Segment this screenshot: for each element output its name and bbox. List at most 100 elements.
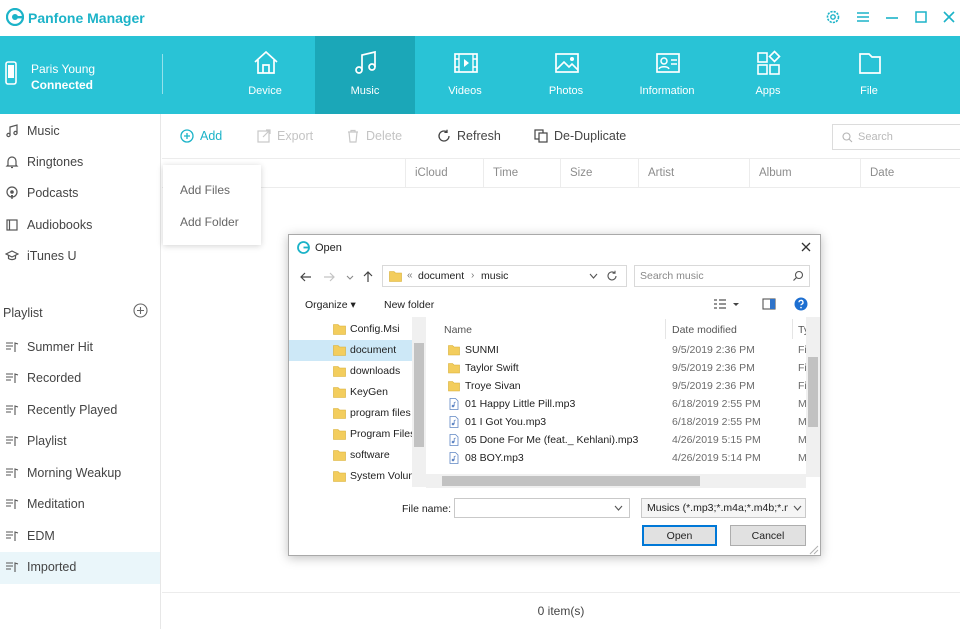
folder-tree-item[interactable]: software (289, 445, 412, 466)
playlist-item-edm[interactable]: EDM (0, 521, 160, 551)
cancel-button[interactable]: Cancel (730, 525, 806, 546)
file-row[interactable]: 01 Happy Little Pill.mp3 6/18/2019 2:55 … (435, 395, 807, 413)
tab-apps[interactable]: Apps (718, 36, 818, 114)
open-button[interactable]: Open (642, 525, 717, 546)
delete-button[interactable]: Delete (346, 128, 406, 144)
column-date[interactable]: Date (860, 159, 960, 187)
dialog-search-box[interactable] (634, 265, 810, 287)
file-date: 6/18/2019 2:55 PM (672, 398, 761, 410)
file-date: 6/18/2019 2:55 PM (672, 416, 761, 428)
minimize-icon[interactable] (883, 8, 901, 26)
refresh-icon[interactable] (606, 270, 618, 282)
column-album[interactable]: Album (749, 159, 860, 187)
folder-icon (333, 471, 346, 482)
settings-gear-icon[interactable] (824, 8, 842, 26)
file-row[interactable]: 01 I Got You.mp3 6/18/2019 2:55 PM M (435, 413, 807, 431)
device-info[interactable]: Paris Young Connected (0, 36, 160, 114)
file-name-input[interactable] (459, 501, 609, 515)
file-list-scrollbar[interactable] (806, 317, 820, 477)
file-row[interactable]: Taylor Swift 9/5/2019 2:36 PM Fi (435, 359, 807, 377)
column-size[interactable]: Size (560, 159, 638, 187)
scroll-thumb[interactable] (808, 357, 818, 427)
de-duplicate-button[interactable]: De-Duplicate (534, 128, 630, 144)
recent-dropdown-icon[interactable] (343, 270, 357, 284)
breadcrumb-segment[interactable]: music (481, 270, 508, 282)
refresh-button[interactable]: Refresh (437, 128, 505, 144)
menu-icon[interactable] (854, 8, 872, 26)
music-note-icon (355, 50, 376, 74)
tab-videos[interactable]: Videos (415, 36, 515, 114)
new-folder-button[interactable]: New folder (384, 299, 434, 311)
export-label: Export (277, 129, 314, 143)
file-row[interactable]: 08 BOY.mp3 4/26/2019 5:14 PM M (435, 449, 807, 467)
playlist-item-summer-hit[interactable]: Summer Hit (0, 332, 160, 362)
menu-item-add-folder[interactable]: Add Folder (180, 215, 239, 229)
chevron-down-icon[interactable] (614, 505, 623, 512)
chevron-down-icon[interactable] (731, 298, 741, 310)
column-header-name[interactable]: Name (444, 324, 472, 336)
organize-button[interactable]: Organize ▾ (305, 299, 356, 311)
playlist-item-meditation[interactable]: Meditation (0, 489, 160, 519)
folder-tree-item[interactable]: System Volum (289, 466, 412, 487)
tab-music[interactable]: Music (315, 36, 415, 114)
file-type-select[interactable]: Musics (*.mp3;*.m4a;*.m4b;*.m (641, 498, 806, 518)
folder-tree-item[interactable]: downloads (289, 361, 412, 382)
chevron-down-icon[interactable] (589, 273, 598, 280)
address-bar[interactable]: « document › music (382, 265, 627, 287)
playlist-item-playlist[interactable]: Playlist (0, 426, 160, 456)
export-icon (257, 129, 271, 143)
tab-file[interactable]: File (819, 36, 919, 114)
sidebar-item-audiobooks[interactable]: Audiobooks (0, 210, 160, 240)
column-icloud[interactable]: iCloud (405, 159, 483, 187)
view-options-icon[interactable] (713, 298, 727, 310)
file-row[interactable]: 05 Done For Me (feat._ Kehlani).mp3 4/26… (435, 431, 807, 449)
file-row[interactable]: SUNMI 9/5/2019 2:36 PM Fi (435, 341, 807, 359)
export-button[interactable]: Export (257, 128, 317, 144)
add-playlist-icon[interactable] (133, 303, 148, 318)
file-row[interactable]: Troye Sivan 9/5/2019 2:36 PM Fi (435, 377, 807, 395)
preview-pane-icon[interactable] (762, 298, 776, 310)
sidebar-item-ringtones[interactable]: Ringtones (0, 147, 160, 177)
folder-icon (859, 53, 881, 74)
folder-tree-scrollbar[interactable] (412, 317, 426, 487)
menu-item-add-files[interactable]: Add Files (180, 183, 230, 197)
close-icon[interactable] (799, 240, 813, 254)
breadcrumb-segment[interactable]: document (418, 270, 464, 282)
top-navigation-bar: Paris Young Connected Device Music Video… (0, 36, 960, 114)
playlist-item-imported[interactable]: Imported (0, 552, 160, 584)
tab-photos[interactable]: Photos (516, 36, 616, 114)
tab-device[interactable]: Device (215, 36, 315, 114)
close-icon[interactable] (940, 8, 958, 26)
up-arrow-icon[interactable] (361, 270, 375, 284)
help-icon[interactable] (794, 297, 808, 311)
playlist-item-recently-played[interactable]: Recently Played (0, 395, 160, 425)
scroll-thumb[interactable] (414, 343, 424, 447)
search-box[interactable] (832, 124, 960, 150)
column-artist[interactable]: Artist (638, 159, 749, 187)
sidebar-item-podcasts[interactable]: Podcasts (0, 178, 160, 208)
tab-information[interactable]: Information (617, 36, 717, 114)
column-header-date-modified[interactable]: Date modified (672, 324, 737, 336)
folder-tree-item[interactable]: program files (289, 403, 412, 424)
folder-tree-item[interactable]: document (289, 340, 412, 361)
sidebar-item-music[interactable]: Music (0, 116, 160, 146)
folder-label: program files (350, 407, 411, 419)
folder-tree-item[interactable]: Config.Msi (289, 319, 412, 340)
horizontal-scrollbar[interactable] (426, 474, 806, 488)
dialog-search-input[interactable] (640, 269, 785, 283)
add-button[interactable]: Add (180, 128, 228, 144)
back-arrow-icon[interactable] (299, 270, 313, 284)
playlist-item-recorded[interactable]: Recorded (0, 363, 160, 393)
maximize-icon[interactable] (912, 8, 930, 26)
forward-arrow-icon[interactable] (322, 270, 336, 284)
column-time[interactable]: Time (483, 159, 560, 187)
playlist-item-morning-weakup[interactable]: Morning Weakup (0, 458, 160, 488)
scroll-thumb[interactable] (442, 476, 700, 486)
folder-tree-item[interactable]: KeyGen (289, 382, 412, 403)
resize-grip-icon[interactable] (807, 543, 819, 555)
folder-tree-item[interactable]: Program Files (289, 424, 412, 445)
search-input[interactable] (858, 129, 954, 145)
sidebar-item-itunes-u[interactable]: iTunes U (0, 241, 160, 271)
file-name-combobox[interactable] (454, 498, 630, 518)
file-name-label: File name: (402, 503, 452, 515)
